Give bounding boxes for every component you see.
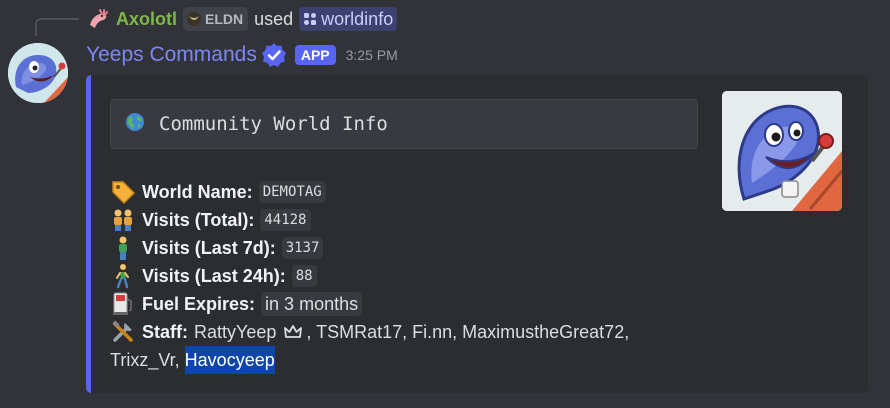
guild-tag-text: ELDN: [205, 11, 244, 27]
embed-title: Community World Info: [159, 113, 388, 135]
bot-avatar[interactable]: [8, 43, 68, 103]
command-name: worldinfo: [321, 8, 394, 29]
staff-name: RattyYeep: [194, 322, 277, 342]
embed-title-codeblock: Community World Info: [110, 99, 698, 149]
field-visits-7d: Visits (Last 7d): 3137: [110, 234, 710, 262]
slash-command-icon: [304, 13, 317, 25]
field-staff: Staff: RattyYeep , TSMRat17, Fi.nn, Maxi…: [110, 318, 710, 346]
embed-fields: World Name: DEMOTAG Visits (Total): 4412…: [110, 178, 710, 374]
globe-icon: [125, 112, 145, 137]
message-timestamp[interactable]: 3:25 PM: [346, 47, 398, 63]
used-label: used: [254, 8, 294, 29]
field-value: 88: [291, 265, 317, 287]
label-tag-icon: [110, 179, 138, 205]
selected-staff-name: Havocyeep: [184, 346, 275, 374]
fuel-pump-icon: [110, 291, 138, 317]
embed-thumbnail[interactable]: [722, 91, 842, 211]
field-label: Visits (Total):: [142, 210, 255, 230]
person-standing-icon: [110, 235, 138, 261]
field-value: 44128: [260, 209, 311, 231]
field-world-name: World Name: DEMOTAG: [110, 178, 710, 206]
staff-names: Trixz_Vr,: [110, 350, 180, 370]
embed: Community World Info World Name: DEMOTAG…: [86, 75, 868, 393]
reply-username[interactable]: Axolotl: [116, 9, 177, 30]
command-mention[interactable]: worldinfo: [299, 7, 398, 31]
field-label: Visits (Last 24h):: [142, 266, 286, 286]
reply-connector: [35, 18, 79, 36]
staff-names: , TSMRat17, Fi.nn, MaximustheGreat72,: [306, 322, 630, 342]
field-label: Visits (Last 7d):: [142, 238, 276, 258]
bot-username[interactable]: Yeeps Commands: [86, 43, 257, 67]
timestamp-chip[interactable]: in 3 months: [261, 292, 363, 316]
field-label: Fuel Expires:: [142, 294, 256, 314]
guild-tag-icon: [187, 12, 201, 26]
reply-context[interactable]: Axolotl ELDN used worldinfo: [86, 7, 398, 31]
field-label: Staff:: [142, 322, 188, 342]
app-badge: APP: [294, 45, 336, 65]
crown-icon: [284, 325, 303, 339]
verified-badge-icon[interactable]: [261, 42, 287, 68]
person-walking-icon: [110, 263, 138, 289]
field-value: 3137: [281, 237, 324, 259]
field-value: DEMOTAG: [258, 181, 326, 203]
tools-icon: [110, 319, 138, 345]
field-visits-total: Visits (Total): 44128: [110, 206, 710, 234]
field-label: World Name:: [142, 182, 253, 202]
field-visits-24h: Visits (Last 24h): 88: [110, 262, 710, 290]
field-fuel-expires: Fuel Expires: in 3 months: [110, 290, 710, 318]
guild-tag[interactable]: ELDN: [183, 7, 249, 31]
field-staff-line2: Trixz_Vr, Havocyeep: [110, 346, 710, 374]
message-header: Yeeps Commands APP 3:25 PM: [86, 40, 398, 70]
reply-avatar[interactable]: [86, 7, 110, 31]
people-icon: [110, 207, 138, 233]
